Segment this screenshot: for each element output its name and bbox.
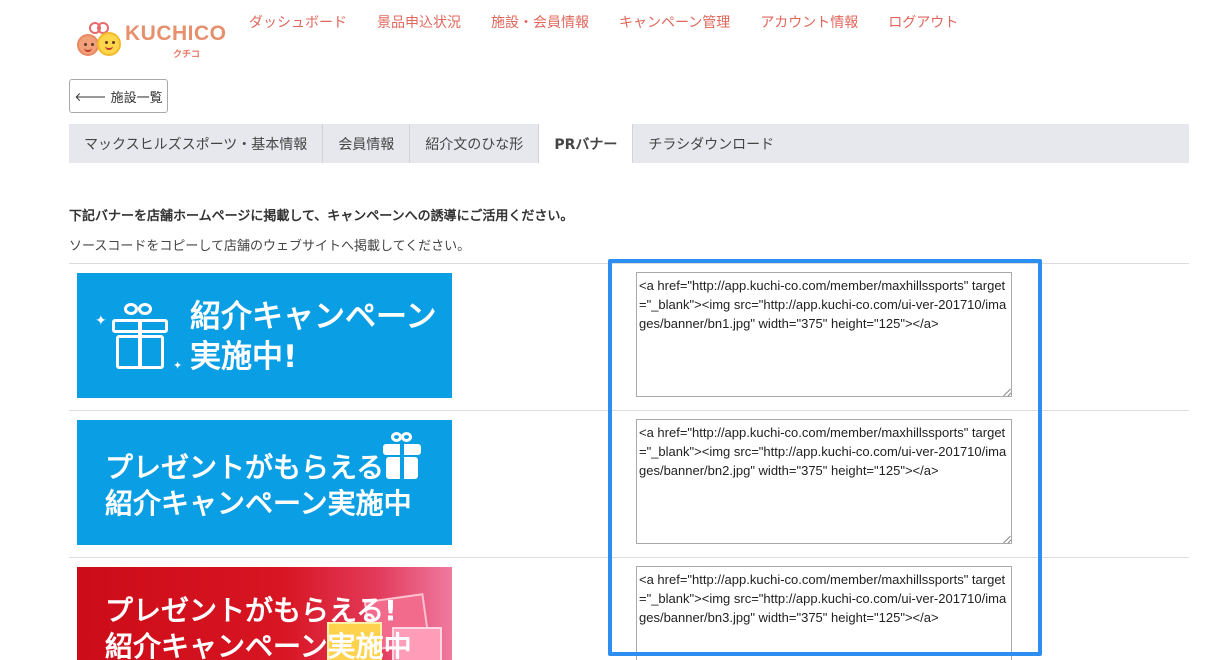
banner-line2: 紹介キャンペーン実施中 xyxy=(105,630,412,660)
banner-line1: プレゼントがもらえる! xyxy=(105,594,397,627)
tab-basic-info[interactable]: マックスヒルズスポーツ・基本情報 xyxy=(69,124,324,163)
nav-prize-applications[interactable]: 景品申込状況 xyxy=(377,14,461,32)
tab-member-info[interactable]: 会員情報 xyxy=(323,124,411,163)
back-button-label: 施設一覧 xyxy=(110,90,163,106)
top-navigation: ダッシュボード 景品申込状況 施設・会員情報 キャンペーン管理 アカウント情報 … xyxy=(249,14,988,32)
resize-handle-icon[interactable] xyxy=(1003,535,1011,543)
banner-row: プレゼントがもらえる! 紹介キャンペーン実施中 <a href="http://… xyxy=(69,557,1189,660)
tab-intro-template[interactable]: 紹介文のひな形 xyxy=(410,124,540,163)
resize-handle-icon[interactable] xyxy=(1003,388,1011,396)
banner-line2: 実施中! xyxy=(190,339,298,376)
banner-row: プレゼントがもらえる! 紹介キャンペーン実施中 <a href="http://… xyxy=(69,410,1189,557)
nav-facility-member-info[interactable]: 施設・会員情報 xyxy=(491,14,589,32)
intro-note: ソースコードをコピーして店舗のウェブサイトへ掲載してください。 xyxy=(69,239,471,254)
sparkle-icon: ✦ xyxy=(173,359,183,372)
facility-list-back-button[interactable]: 🡐 施設一覧 xyxy=(69,79,168,113)
intro-heading: 下記バナーを店舗ホームページに掲載して、キャンペーンへの誘導にご活用ください。 xyxy=(69,209,574,224)
banner-code-textarea[interactable]: <a href="http://app.kuchi-co.com/member/… xyxy=(636,419,1012,544)
banner-image: プレゼントがもらえる! 紹介キャンペーン実施中 xyxy=(77,420,452,545)
banner-line1: 紹介キャンペーン xyxy=(190,299,437,335)
gift-icon xyxy=(110,303,170,371)
banner-line2: 紹介キャンペーン実施中 xyxy=(105,487,412,520)
arrow-left-icon: 🡐 xyxy=(74,89,107,104)
logo-subtext: クチコ xyxy=(173,50,201,60)
banner-image: ✦ ✦ 紹介キャンペーン 実施中! xyxy=(77,273,452,398)
logo-faces-icon xyxy=(75,22,125,58)
nav-logout[interactable]: ログアウト xyxy=(888,14,958,32)
sparkle-icon: ✦ xyxy=(95,313,107,329)
banner-line1: プレゼントがもらえる! xyxy=(105,451,397,484)
tab-pr-banner[interactable]: PRバナー xyxy=(539,124,634,163)
banner-code-textarea[interactable]: <a href="http://app.kuchi-co.com/member/… xyxy=(636,566,1012,660)
kuchico-logo[interactable]: KUCHICO クチコ xyxy=(75,18,227,60)
banner-row: ✦ ✦ 紹介キャンペーン 実施中! <a href="http://app.ku… xyxy=(69,263,1189,410)
banner-code-textarea[interactable]: <a href="http://app.kuchi-co.com/member/… xyxy=(636,272,1012,397)
facility-tabs: マックスヒルズスポーツ・基本情報 会員情報 紹介文のひな形 PRバナー チラシダ… xyxy=(69,124,1189,163)
nav-campaign-management[interactable]: キャンペーン管理 xyxy=(619,14,730,32)
tab-flyer-download[interactable]: チラシダウンロード xyxy=(633,124,789,163)
logo-text: KUCHICO xyxy=(125,22,227,45)
nav-account-info[interactable]: アカウント情報 xyxy=(760,14,858,32)
banner-image: プレゼントがもらえる! 紹介キャンペーン実施中 xyxy=(77,567,452,660)
nav-dashboard[interactable]: ダッシュボード xyxy=(249,14,347,32)
